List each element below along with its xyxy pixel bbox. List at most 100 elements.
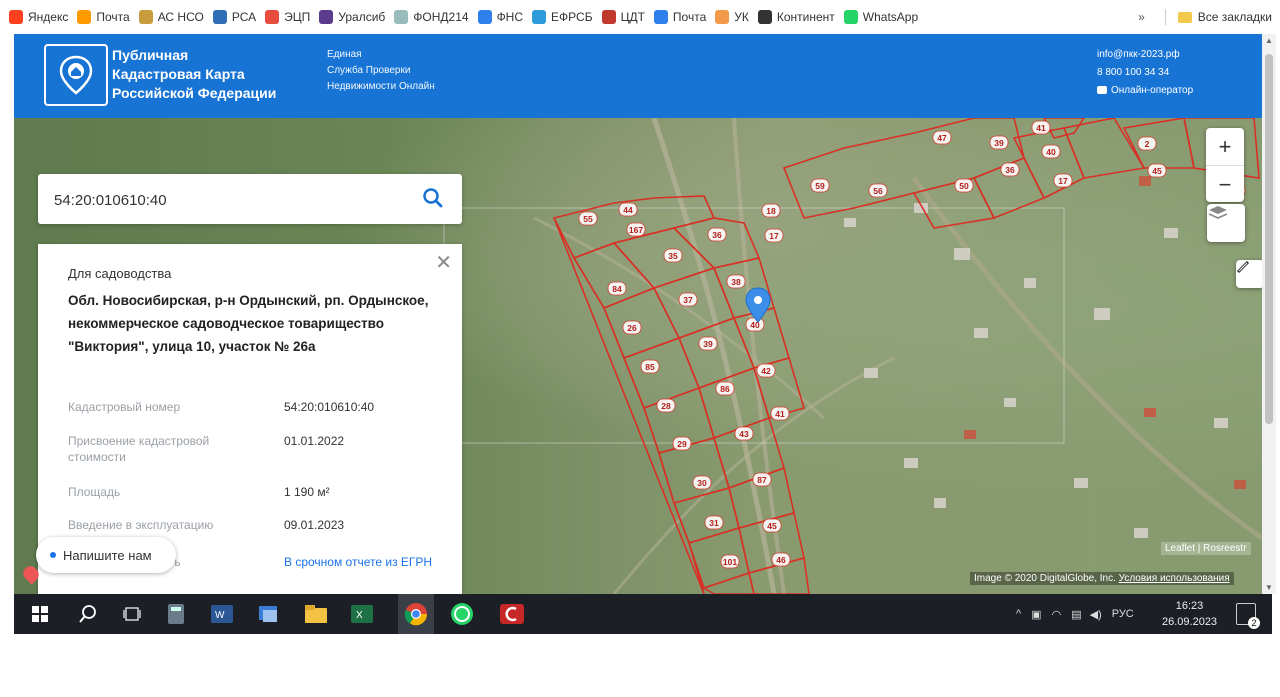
app-red-icon[interactable] <box>500 602 524 626</box>
tray-chevron-icon[interactable]: ^ <box>1016 608 1021 620</box>
bookmark-8[interactable]: ЕФРСБ <box>532 10 593 24</box>
parcel-number-label[interactable]: 28 <box>656 398 676 413</box>
bookmark-12[interactable]: Континент <box>757 10 835 24</box>
parcel-number-label[interactable]: 167 <box>626 222 646 237</box>
bookmarks-overflow-button[interactable]: » <box>1138 10 1145 24</box>
search-icon[interactable] <box>76 602 100 626</box>
bookmark-10[interactable]: Почта <box>653 10 706 24</box>
parcel-number-label[interactable]: 31 <box>704 515 724 530</box>
parcel-boundary[interactable] <box>702 571 755 594</box>
parcel-number-label[interactable]: 39 <box>698 336 718 351</box>
parcel-number-label[interactable]: 41 <box>1031 120 1051 135</box>
parcel-boundary[interactable] <box>1122 118 1195 169</box>
parcel-number-label[interactable]: 45 <box>762 518 782 533</box>
bookmark-1[interactable]: Почта <box>77 10 130 24</box>
bookmark-3[interactable]: РСА <box>212 10 256 24</box>
bookmark-9[interactable]: ЦДТ <box>601 10 645 24</box>
parcel-number-label[interactable]: 35 <box>663 248 683 263</box>
parcel-number-label[interactable]: 26 <box>622 320 642 335</box>
file-explorer-icon[interactable] <box>304 602 328 626</box>
parcel-number-label[interactable]: 44 <box>618 202 638 217</box>
parcel-number-label[interactable]: 85 <box>640 359 660 374</box>
logo[interactable] <box>44 44 108 106</box>
parcel-number-label[interactable]: 17 <box>764 228 784 243</box>
write-to-us-button[interactable]: Напишите нам <box>36 537 176 573</box>
parcel-number-label[interactable]: 40 <box>745 317 765 332</box>
parcel-number-label[interactable]: 39 <box>989 135 1009 150</box>
parcel-number-label[interactable]: 50 <box>954 178 974 193</box>
terms-of-use-link[interactable]: Условия использования <box>1119 573 1230 584</box>
windows-start-icon[interactable] <box>28 602 52 626</box>
wifi-icon[interactable]: ◠ <box>1052 608 1062 621</box>
parcel-number-label[interactable]: 46 <box>771 552 791 567</box>
parcel-number-label[interactable]: 37 <box>678 292 698 307</box>
parcel-number-label[interactable]: 47 <box>932 130 952 145</box>
network-icon[interactable]: ▤ <box>1071 608 1081 621</box>
parcel-boundary[interactable] <box>622 336 701 410</box>
parcel-number-label[interactable]: 18 <box>761 203 781 218</box>
parcel-boundary[interactable] <box>553 217 705 594</box>
bookmark-11[interactable]: УК <box>715 10 749 24</box>
parcel-number-label[interactable]: 55 <box>578 211 598 226</box>
scroll-up-arrow-icon[interactable]: ▲ <box>1265 36 1273 45</box>
bookmark-6[interactable]: ФОНД214 <box>394 10 469 24</box>
word-icon[interactable]: W <box>210 602 234 626</box>
close-icon[interactable]: ✕ <box>435 250 452 275</box>
parcel-boundary[interactable] <box>1012 127 1086 200</box>
bookmark-7[interactable]: ФНС <box>477 10 523 24</box>
online-operator-link[interactable]: Онлайн-оператор <box>1097 82 1193 100</box>
parcel-number-label[interactable]: 43 <box>734 426 754 441</box>
task-view-icon[interactable] <box>120 602 144 626</box>
parcel-boundary[interactable] <box>602 286 681 360</box>
parcel-number-label[interactable]: 86 <box>715 381 735 396</box>
chrome-icon[interactable] <box>398 594 434 634</box>
parcel-number-label[interactable]: 38 <box>726 274 746 289</box>
scroll-down-arrow-icon[interactable]: ▼ <box>1265 583 1273 592</box>
notifications-button[interactable]: 2 <box>1236 603 1260 629</box>
zoom-in-button[interactable]: + <box>1206 128 1244 166</box>
bookmark-5[interactable]: Уралсиб <box>319 10 385 24</box>
parcel-number-label[interactable]: 17 <box>1053 173 1073 188</box>
bookmark-4[interactable]: ЭЦП <box>265 10 310 24</box>
parcel-number-label[interactable]: 87 <box>752 472 772 487</box>
egrn-report-link[interactable]: В срочном отчете из ЕГРН <box>284 554 434 570</box>
parcel-number-label[interactable]: 56 <box>868 183 888 198</box>
parcel-number-label[interactable]: 40 <box>1041 144 1061 159</box>
parcel-number-label[interactable]: 101 <box>720 554 740 569</box>
volume-icon[interactable]: ◀) <box>1090 608 1102 621</box>
search-input[interactable] <box>52 187 396 213</box>
calculator-icon[interactable] <box>164 602 188 626</box>
whatsapp-icon[interactable] <box>450 602 474 626</box>
leaflet-attribution[interactable]: Leaflet | Rosreestr <box>1161 542 1251 555</box>
parcel-number-label[interactable]: 2 <box>1137 136 1157 151</box>
all-bookmarks-link[interactable]: Все закладки <box>1198 10 1272 24</box>
parcel-number-label[interactable]: 45 <box>1147 163 1167 178</box>
scrollbar-thumb[interactable] <box>1265 54 1273 424</box>
clock[interactable]: 16:23 26.09.2023 <box>1162 598 1217 630</box>
zoom-out-button[interactable]: − <box>1206 166 1244 203</box>
app-icon[interactable] <box>256 602 280 626</box>
page-scrollbar[interactable]: ▲ ▼ <box>1262 34 1276 594</box>
site-title[interactable]: Публичная Кадастровая Карта Российской Ф… <box>112 46 276 103</box>
parcel-number-label[interactable]: 30 <box>692 475 712 490</box>
parcel-number-label[interactable]: 59 <box>810 178 830 193</box>
contact-email[interactable]: info@пкк-2023.рф <box>1097 46 1193 64</box>
parcel-number-label[interactable]: 41 <box>770 406 790 421</box>
excel-icon[interactable]: X <box>350 602 374 626</box>
parcel-number-label[interactable]: 84 <box>607 281 627 296</box>
tray-app-icon[interactable]: ▣ <box>1031 608 1041 621</box>
parcel-number-label[interactable]: 36 <box>1000 162 1020 177</box>
search-icon[interactable] <box>422 187 444 209</box>
layers-button[interactable] <box>1207 204 1245 242</box>
bookmark-2[interactable]: АС НСО <box>138 10 204 24</box>
parcel-number-label[interactable]: 29 <box>672 436 692 451</box>
bookmark-13[interactable]: WhatsApp <box>843 10 918 24</box>
parcel-boundary[interactable] <box>657 437 731 504</box>
input-language[interactable]: РУС <box>1112 608 1134 620</box>
parcel-boundary[interactable] <box>782 118 1025 219</box>
contact-phone[interactable]: 8 800 100 34 34 <box>1097 64 1193 82</box>
bookmark-0[interactable]: Яндекс <box>9 10 68 24</box>
parcel-number-label[interactable]: 42 <box>756 363 776 378</box>
parcel-number-label[interactable]: 36 <box>707 227 727 242</box>
measure-button[interactable] <box>1236 260 1262 288</box>
